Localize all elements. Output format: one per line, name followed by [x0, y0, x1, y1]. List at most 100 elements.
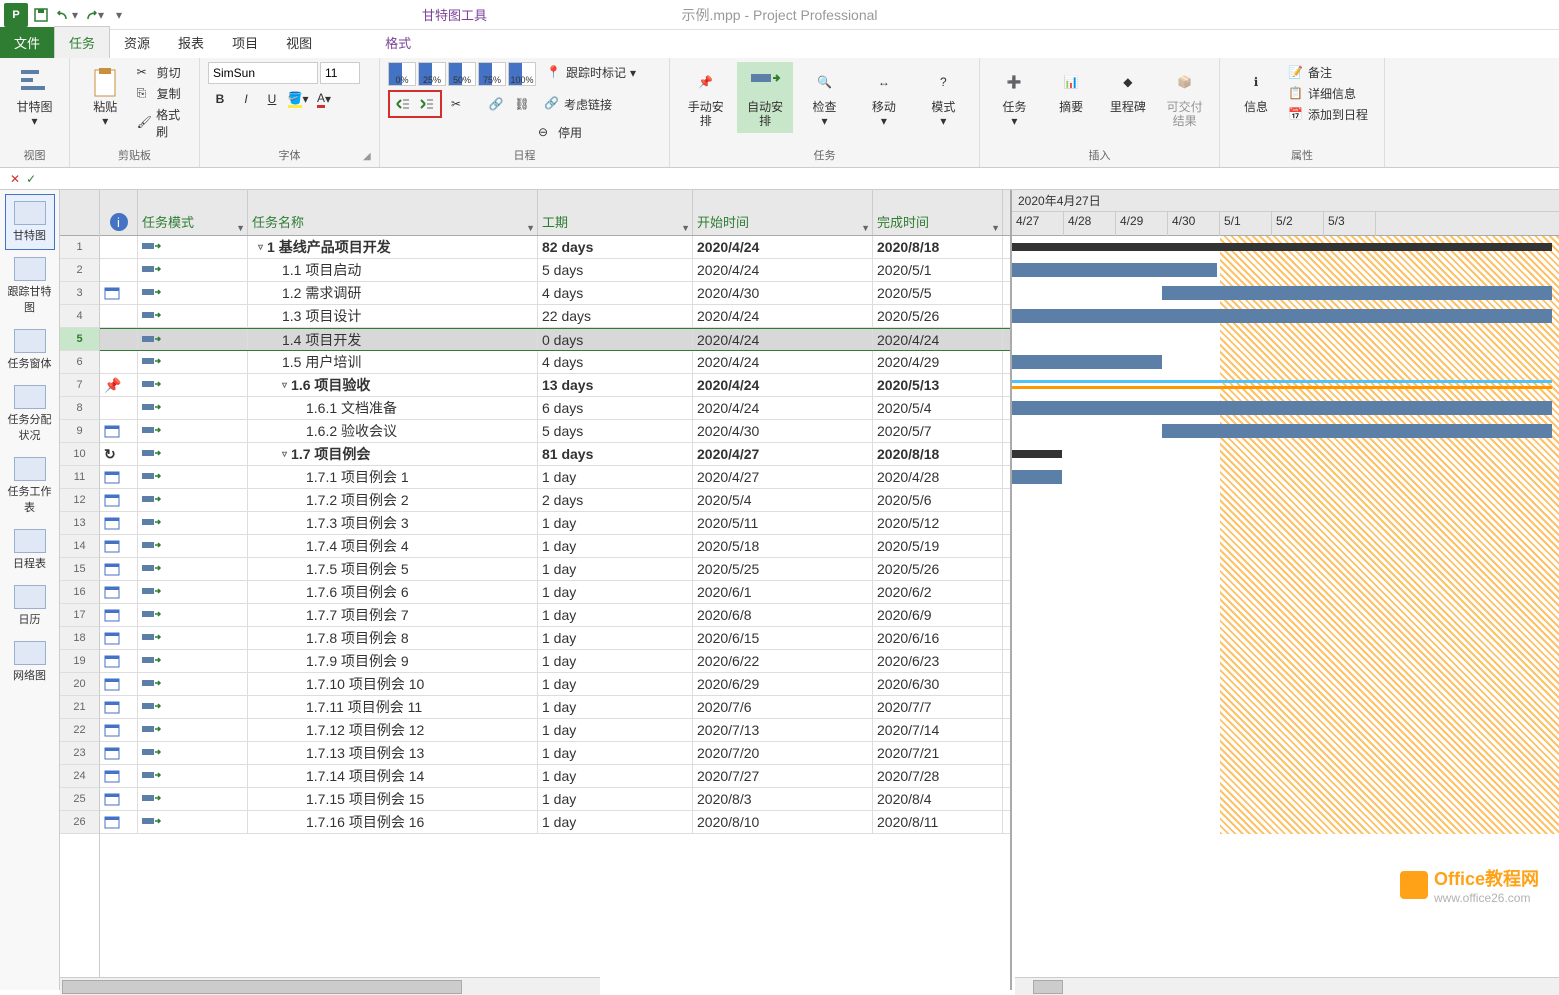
tab-format[interactable]: 格式	[371, 27, 425, 58]
cell-duration[interactable]: 1 day	[538, 535, 693, 557]
cell-info[interactable]	[100, 282, 138, 304]
row-number[interactable]: 17	[60, 604, 99, 627]
cell-info[interactable]	[100, 650, 138, 672]
viewbar-tracking[interactable]: 跟踪甘特图	[5, 250, 55, 322]
fill-color-button[interactable]: 🪣▾	[286, 88, 310, 110]
table-row[interactable]: 1.5 用户培训4 days2020/4/242020/4/29	[100, 351, 1010, 374]
pct-100-button[interactable]: 100%	[508, 62, 536, 86]
cell-duration[interactable]: 82 days	[538, 236, 693, 258]
pct-50-button[interactable]: 50%	[448, 62, 476, 86]
row-number[interactable]: 2	[60, 259, 99, 282]
cell-name[interactable]: 1.7.14 项目例会 14	[248, 765, 538, 787]
cell-finish[interactable]: 2020/5/12	[873, 512, 1003, 534]
cell-duration[interactable]: 1 day	[538, 788, 693, 810]
cell-info[interactable]	[100, 489, 138, 511]
cell-finish[interactable]: 2020/8/18	[873, 443, 1003, 465]
cell-start[interactable]: 2020/7/13	[693, 719, 873, 741]
row-number[interactable]: 11	[60, 466, 99, 489]
cell-mode[interactable]	[138, 236, 248, 258]
cell-start[interactable]: 2020/4/24	[693, 305, 873, 327]
table-row[interactable]: ↻▿1.7 项目例会81 days2020/4/272020/8/18	[100, 443, 1010, 466]
viewbar-timeline[interactable]: 日程表	[5, 522, 55, 578]
table-row[interactable]: 📌▿1.6 项目验收13 days2020/4/242020/5/13	[100, 374, 1010, 397]
cell-duration[interactable]: 1 day	[538, 811, 693, 833]
cell-start[interactable]: 2020/7/20	[693, 742, 873, 764]
cell-mode[interactable]	[138, 535, 248, 557]
paste-button[interactable]: 粘贴 ▾	[78, 62, 133, 132]
cell-mode[interactable]	[138, 719, 248, 741]
table-row[interactable]: 1.7.1 项目例会 11 day2020/4/272020/4/28	[100, 466, 1010, 489]
cell-mode[interactable]	[138, 604, 248, 626]
row-number[interactable]: 4	[60, 305, 99, 328]
cell-info[interactable]	[100, 259, 138, 281]
header-start[interactable]: 开始时间▼	[693, 190, 873, 235]
cell-finish[interactable]: 2020/5/7	[873, 420, 1003, 442]
cell-mode[interactable]	[138, 351, 248, 373]
cell-start[interactable]: 2020/8/3	[693, 788, 873, 810]
cell-name[interactable]: 1.7.5 项目例会 5	[248, 558, 538, 580]
table-row[interactable]: 1.7.11 项目例会 111 day2020/7/62020/7/7	[100, 696, 1010, 719]
table-row[interactable]: 1.1 项目启动5 days2020/4/242020/5/1	[100, 259, 1010, 282]
cell-finish[interactable]: 2020/5/6	[873, 489, 1003, 511]
row-number[interactable]: 16	[60, 581, 99, 604]
qat-redo-button[interactable]: ▾	[82, 4, 104, 26]
bold-button[interactable]: B	[208, 88, 232, 110]
gantt-bar[interactable]	[1012, 450, 1062, 458]
link-button[interactable]: 🔗	[484, 93, 508, 115]
row-number[interactable]: 12	[60, 489, 99, 512]
cell-duration[interactable]: 1 day	[538, 696, 693, 718]
cell-info[interactable]: ↻	[100, 443, 138, 465]
cell-duration[interactable]: 5 days	[538, 420, 693, 442]
row-number[interactable]: 23	[60, 742, 99, 765]
insert-milestone-button[interactable]: ◆里程碑	[1102, 62, 1155, 118]
indent-button[interactable]	[415, 93, 439, 115]
tab-report[interactable]: 报表	[164, 27, 218, 58]
table-row[interactable]: 1.3 项目设计22 days2020/4/242020/5/26	[100, 305, 1010, 328]
cell-mode[interactable]	[138, 305, 248, 327]
cell-mode[interactable]	[138, 259, 248, 281]
font-dialog-launcher[interactable]: ◢	[363, 151, 377, 165]
header-info[interactable]: i	[100, 190, 138, 235]
pct-25-button[interactable]: 25%	[418, 62, 446, 86]
table-row[interactable]: 1.7.8 项目例会 81 day2020/6/152020/6/16	[100, 627, 1010, 650]
insert-summary-button[interactable]: 📊摘要	[1045, 62, 1098, 118]
cell-name[interactable]: 1.7.7 项目例会 7	[248, 604, 538, 626]
row-number[interactable]: 8	[60, 397, 99, 420]
cell-name[interactable]: 1.6.2 验收会议	[248, 420, 538, 442]
header-finish[interactable]: 完成时间▼	[873, 190, 1003, 235]
cell-start[interactable]: 2020/4/24	[693, 351, 873, 373]
table-row[interactable]: ▿1 基线产品项目开发82 days2020/4/242020/8/18	[100, 236, 1010, 259]
table-row[interactable]: 1.7.14 项目例会 141 day2020/7/272020/7/28	[100, 765, 1010, 788]
track-mark-button[interactable]: 📍跟踪时标记▾	[546, 62, 636, 83]
details-button[interactable]: 📋详细信息	[1288, 83, 1368, 104]
row-number[interactable]: 5	[60, 328, 99, 351]
cell-start[interactable]: 2020/4/30	[693, 420, 873, 442]
row-number[interactable]: 6	[60, 351, 99, 374]
cell-mode[interactable]	[138, 581, 248, 603]
move-button[interactable]: ↔ 移动▾	[856, 62, 911, 132]
cell-start[interactable]: 2020/4/30	[693, 282, 873, 304]
gantt-bar[interactable]	[1012, 470, 1062, 484]
cell-info[interactable]	[100, 351, 138, 373]
cell-info[interactable]	[100, 581, 138, 603]
table-row[interactable]: 1.7.16 项目例会 161 day2020/8/102020/8/11	[100, 811, 1010, 834]
row-number[interactable]: 1	[60, 236, 99, 259]
cell-mode[interactable]	[138, 788, 248, 810]
table-row[interactable]: 1.7.12 项目例会 121 day2020/7/132020/7/14	[100, 719, 1010, 742]
cell-mode[interactable]	[138, 811, 248, 833]
viewbar-task-usage[interactable]: 任务分配状况	[5, 378, 55, 450]
cell-name[interactable]: ▿1.6 项目验收	[248, 374, 538, 396]
cell-finish[interactable]: 2020/5/1	[873, 259, 1003, 281]
cell-mode[interactable]	[138, 558, 248, 580]
row-number[interactable]: 19	[60, 650, 99, 673]
cell-duration[interactable]: 1 day	[538, 581, 693, 603]
cell-info[interactable]	[100, 742, 138, 764]
cell-finish[interactable]: 2020/6/2	[873, 581, 1003, 603]
header-task-mode[interactable]: 任务模式▼	[138, 190, 248, 235]
row-number[interactable]: 20	[60, 673, 99, 696]
cell-name[interactable]: 1.7.11 项目例会 11	[248, 696, 538, 718]
table-row[interactable]: 1.2 需求调研4 days2020/4/302020/5/5	[100, 282, 1010, 305]
cell-mode[interactable]	[138, 765, 248, 787]
gantt-hscrollbar[interactable]	[1015, 977, 1559, 995]
table-row[interactable]: 1.7.5 项目例会 51 day2020/5/252020/5/26	[100, 558, 1010, 581]
